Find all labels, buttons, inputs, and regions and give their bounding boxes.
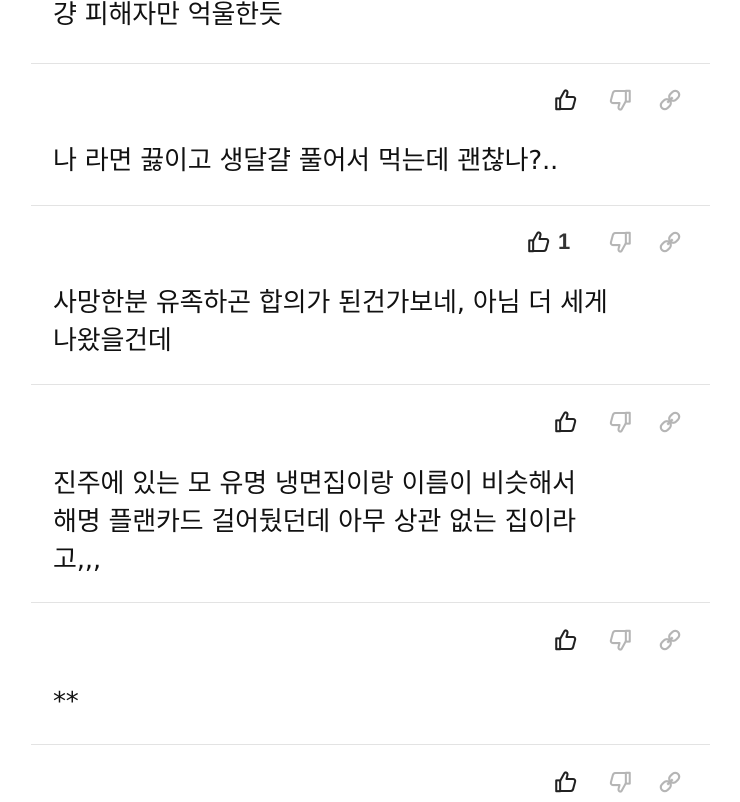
comment-actions [520,620,700,660]
thumbs-up-icon [553,627,579,653]
share-link-button[interactable] [646,620,694,660]
comment-actions [520,80,700,120]
share-link-button[interactable] [646,222,694,262]
dislike-button[interactable] [596,620,644,660]
comment-divider [31,602,710,603]
dislike-button[interactable] [596,80,644,120]
link-icon [657,87,683,113]
thumbs-up-icon [526,229,552,255]
link-icon [657,769,683,795]
comment-text: 진주에 있는 모 유명 냉면집이랑 이름이 비슷해서 해명 플랜카드 걸어뒀던데… [53,469,576,575]
comment-divider [31,744,710,745]
like-button[interactable] [542,620,590,660]
like-button[interactable] [542,762,590,802]
thumbs-up-icon [553,87,579,113]
thumbs-up-icon [553,769,579,795]
share-link-button[interactable] [646,762,694,802]
share-link-button[interactable] [646,80,694,120]
comment-text: 나 라면 끓이고 생달걀 풀어서 먹는데 괜찮나?.. [53,146,559,176]
dislike-button[interactable] [596,402,644,442]
thumbs-down-icon [607,229,633,255]
thumbs-down-icon [607,409,633,435]
comment-text: 걍 피해자만 억울한듯 [53,0,283,30]
comment-text: ** [53,687,79,717]
comment-divider [31,63,710,64]
like-button[interactable] [542,402,590,442]
comment-actions [520,402,700,442]
thumbs-down-icon [607,627,633,653]
like-count: 1 [558,229,571,254]
thumbs-down-icon [607,769,633,795]
comment-actions: 1 [520,222,700,262]
comment-divider [31,384,710,385]
comment-text: 사망한분 유족하곤 합의가 된건가보네, 아님 더 세게 나왔을건데 [53,288,608,356]
thumbs-down-icon [607,87,633,113]
share-link-button[interactable] [646,402,694,442]
link-icon [657,627,683,653]
dislike-button[interactable] [596,762,644,802]
comment-divider [31,205,710,206]
link-icon [657,409,683,435]
thumbs-up-icon [553,409,579,435]
dislike-button[interactable] [596,222,644,262]
like-button[interactable]: 1 [526,222,590,262]
link-icon [657,229,683,255]
comment-actions [520,762,700,802]
like-button[interactable] [542,80,590,120]
